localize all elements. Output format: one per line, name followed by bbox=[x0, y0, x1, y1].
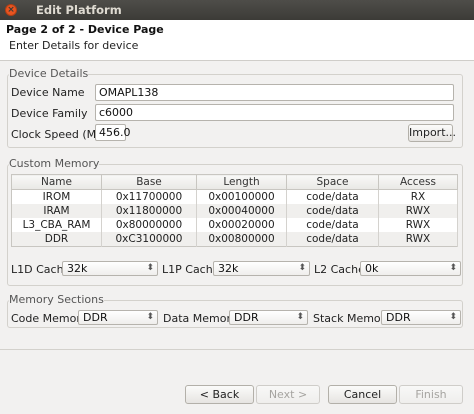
code-memory-value: DDR bbox=[83, 311, 108, 324]
l2-cache-value: 0k bbox=[365, 262, 379, 275]
table-row[interactable]: L3_CBA_RAM 0x80000000 0x00020000 code/da… bbox=[11, 218, 458, 232]
spinner-arrows-icon: ⬍ bbox=[449, 312, 457, 322]
spinner-arrows-icon: ⬍ bbox=[146, 312, 154, 322]
title-bar: × Edit Platform bbox=[0, 0, 474, 20]
memory-sections-legend: Memory Sections bbox=[9, 293, 104, 306]
stack-memory-select[interactable]: DDR ⬍ bbox=[381, 310, 461, 325]
memory-table: Name Base Length Space Access IROM 0x117… bbox=[11, 174, 458, 247]
l1p-cache-select[interactable]: 32k ⬍ bbox=[213, 261, 310, 276]
column-header[interactable]: Name bbox=[11, 174, 102, 190]
spinner-arrows-icon: ⬍ bbox=[449, 263, 457, 273]
table-cell: 0x00020000 bbox=[196, 218, 287, 232]
back-button[interactable]: < Back bbox=[185, 385, 254, 404]
table-cell: 0x00800000 bbox=[196, 232, 287, 247]
column-header[interactable]: Access bbox=[378, 174, 458, 190]
column-header[interactable]: Space bbox=[286, 174, 379, 190]
finish-button[interactable]: Finish bbox=[399, 385, 463, 404]
device-details-legend: Device Details bbox=[9, 67, 89, 80]
wizard-header: Page 2 of 2 - Device Page Enter Details … bbox=[0, 20, 474, 61]
table-cell: RWX bbox=[378, 218, 458, 232]
close-icon[interactable]: × bbox=[5, 4, 17, 16]
page-title: Page 2 of 2 - Device Page bbox=[6, 23, 164, 36]
next-button[interactable]: Next > bbox=[256, 385, 320, 404]
custom-memory-legend: Custom Memory bbox=[9, 157, 100, 170]
table-cell: RWX bbox=[378, 204, 458, 218]
table-row[interactable]: DDR 0xC3100000 0x00800000 code/data RWX bbox=[11, 232, 458, 247]
l1d-cache-value: 32k bbox=[67, 262, 88, 275]
table-cell: 0x00040000 bbox=[196, 204, 287, 218]
data-memory-value: DDR bbox=[234, 311, 259, 324]
import-button[interactable]: Import... bbox=[408, 124, 456, 142]
l1p-cache-value: 32k bbox=[218, 262, 239, 275]
code-memory-select[interactable]: DDR ⬍ bbox=[78, 310, 158, 325]
table-cell: 0x00100000 bbox=[196, 189, 287, 204]
spinner-arrows-icon: ⬍ bbox=[146, 263, 154, 273]
data-memory-select[interactable]: DDR ⬍ bbox=[229, 310, 308, 325]
column-header[interactable]: Base bbox=[101, 174, 197, 190]
table-row[interactable]: IRAM 0x11800000 0x00040000 code/data RWX bbox=[11, 204, 458, 218]
wizard-footer bbox=[0, 349, 474, 414]
device-name-label: Device Name bbox=[11, 86, 85, 99]
table-cell: 0x11800000 bbox=[101, 204, 197, 218]
device-family-field[interactable]: c6000 bbox=[95, 104, 454, 121]
table-cell: IRAM bbox=[11, 204, 102, 218]
table-cell: code/data bbox=[286, 204, 379, 218]
table-cell: 0x80000000 bbox=[101, 218, 197, 232]
table-cell: DDR bbox=[11, 232, 102, 247]
table-cell: 0x11700000 bbox=[101, 189, 197, 204]
table-cell: L3_CBA_RAM bbox=[11, 218, 102, 232]
table-cell: RWX bbox=[378, 232, 458, 247]
table-row[interactable]: IROM 0x11700000 0x00100000 code/data RX bbox=[11, 189, 458, 204]
table-cell: code/data bbox=[286, 218, 379, 232]
l2-cache-select[interactable]: 0k ⬍ bbox=[360, 261, 461, 276]
table-header-row: Name Base Length Space Access bbox=[11, 174, 458, 190]
table-cell: code/data bbox=[286, 189, 379, 204]
window-title: Edit Platform bbox=[36, 3, 122, 17]
column-header[interactable]: Length bbox=[196, 174, 287, 190]
device-family-label: Device Family bbox=[11, 107, 88, 120]
device-name-field[interactable]: OMAPL138 bbox=[95, 84, 454, 101]
spinner-arrows-icon: ⬍ bbox=[298, 263, 306, 273]
cancel-button[interactable]: Cancel bbox=[328, 385, 397, 404]
clock-speed-field[interactable]: 456.0 bbox=[95, 124, 131, 141]
page-subtitle: Enter Details for device bbox=[9, 39, 139, 52]
table-cell: IROM bbox=[11, 189, 102, 204]
spinner-arrows-icon: ⬍ bbox=[296, 312, 304, 322]
table-cell: 0xC3100000 bbox=[101, 232, 197, 247]
stack-memory-value: DDR bbox=[386, 311, 411, 324]
table-cell: code/data bbox=[286, 232, 379, 247]
table-cell: RX bbox=[378, 189, 458, 204]
l1d-cache-select[interactable]: 32k ⬍ bbox=[62, 261, 158, 276]
